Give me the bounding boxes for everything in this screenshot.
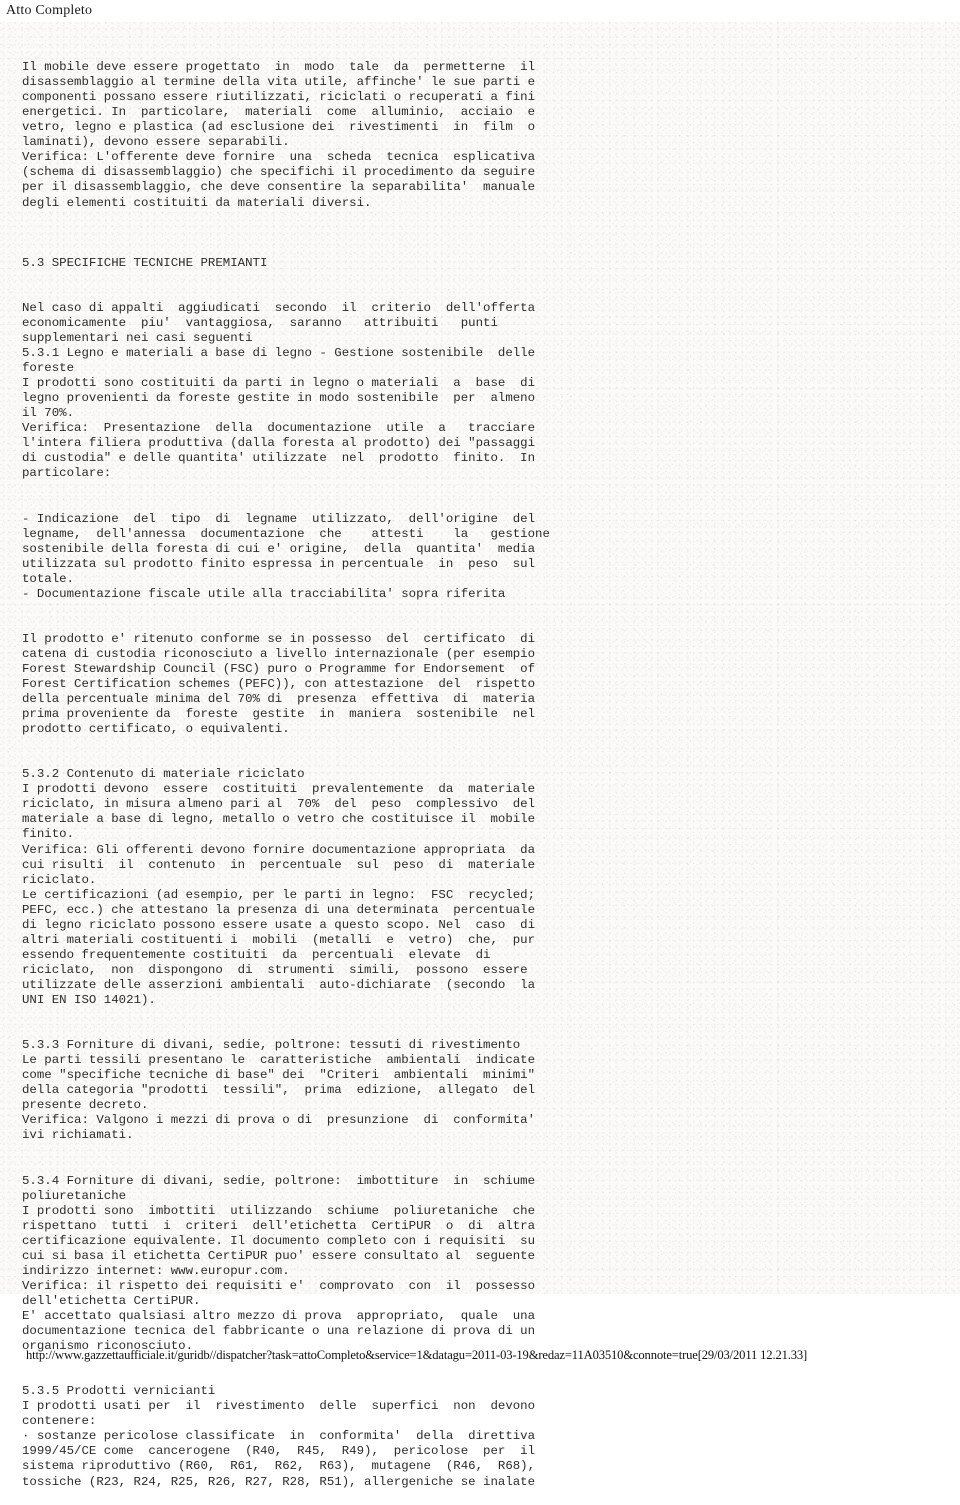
text-block-indicazioni-legname: - Indicazione del tipo di legname utiliz…: [22, 511, 550, 601]
document-body: Il mobile deve essere progettato in modo…: [22, 30, 698, 1505]
text-block-sezione-5-3-2: 5.3.2 Contenuto di materiale riciclato I…: [22, 767, 536, 1007]
text-block-sezione-5-3-5: 5.3.5 Prodotti vernicianti I prodotti us…: [22, 1384, 536, 1489]
text-block-sezione-5-3-3: 5.3.3 Forniture di divani, sedie, poltro…: [22, 1038, 536, 1143]
text-block-certificato-catena-custodia: Il prodotto e' ritenuto conforme se in p…: [22, 631, 536, 737]
text-block-sezione-5-3-4: 5.3.4 Forniture di divani, sedie, poltro…: [22, 1173, 536, 1354]
text-block-heading-5-3: 5.3 SPECIFICHE TECNICHE PREMIANTI: [22, 255, 268, 270]
page-title: Atto Completo: [6, 3, 93, 18]
text-block-intro-disassemblaggio: Il mobile deve essere progettato in modo…: [22, 60, 536, 210]
text-block-premianti-intro: Nel caso di appalti aggiudicati secondo …: [22, 300, 536, 481]
